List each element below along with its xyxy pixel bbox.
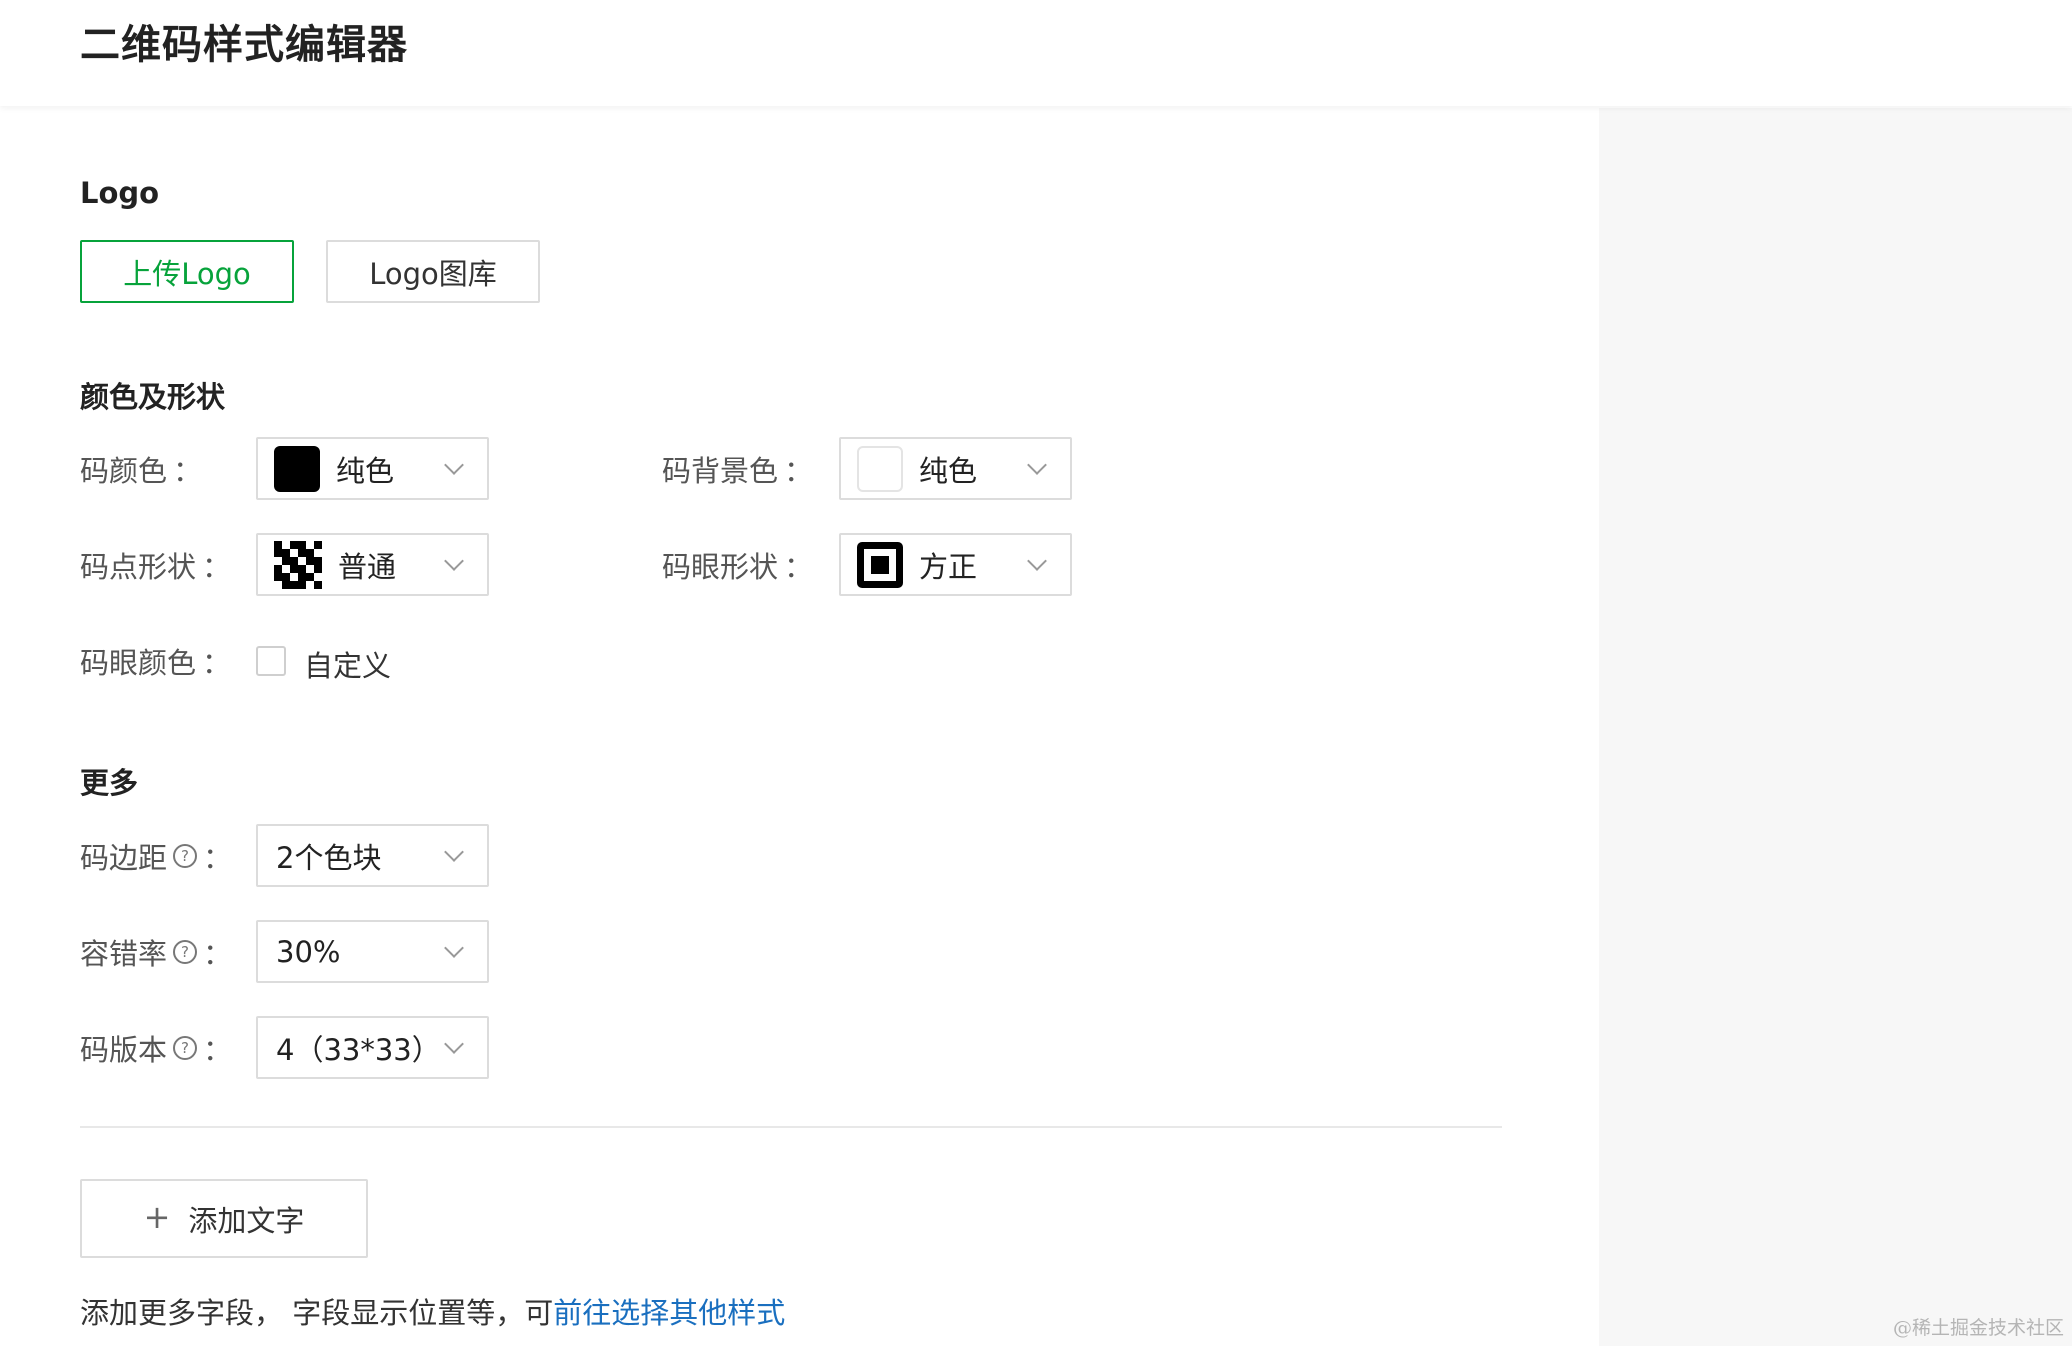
eye-color-custom-checkbox[interactable] — [256, 646, 286, 676]
colon: ： — [784, 549, 814, 584]
chevron-down-icon — [1027, 550, 1047, 571]
dot-shape-label-text: 码点形状 — [80, 549, 197, 584]
code-color-value: 纯色 — [336, 453, 395, 488]
logo-section-title: Logo — [80, 176, 160, 210]
eye-color-label-text: 码眼颜色 — [80, 645, 197, 680]
version-value: 4（33*33） — [276, 1032, 441, 1067]
colon: ： — [203, 1032, 233, 1067]
footer-note-text: 添加更多字段， 字段显示位置等，可 — [80, 1296, 554, 1330]
margin-label: 码边距 ? ： — [80, 824, 232, 887]
logo-gallery-button[interactable]: Logo图库 — [326, 240, 540, 303]
add-text-button[interactable]: + 添加文字 — [80, 1179, 368, 1258]
eye-shape-label: 码眼形状 ： — [662, 533, 813, 596]
eye-color-custom-label[interactable]: 自定义 — [304, 643, 391, 685]
chevron-down-icon — [1027, 454, 1047, 475]
section-divider — [80, 1126, 1502, 1128]
error-rate-select[interactable]: 30% — [256, 920, 489, 983]
page-title: 二维码样式编辑器 — [80, 22, 408, 68]
square-eye-icon — [857, 541, 903, 588]
code-color-label: 码颜色 ： — [80, 437, 202, 500]
chevron-down-icon — [444, 937, 464, 958]
error-rate-label-text: 容错率 — [80, 936, 168, 971]
chevron-down-icon — [444, 1033, 464, 1054]
error-rate-value: 30% — [276, 934, 341, 969]
help-icon[interactable]: ? — [173, 843, 198, 868]
version-select[interactable]: 4（33*33） — [256, 1016, 489, 1079]
help-icon[interactable]: ? — [173, 939, 198, 964]
version-label: 码版本 ? ： — [80, 1016, 232, 1079]
code-color-select[interactable]: 纯色 — [256, 437, 489, 500]
footer-note: 添加更多字段， 字段显示位置等，可前往选择其他样式 — [80, 1290, 785, 1332]
other-styles-link[interactable]: 前往选择其他样式 — [553, 1296, 785, 1330]
dot-shape-label: 码点形状 ： — [80, 533, 231, 596]
bg-color-select[interactable]: 纯色 — [839, 437, 1072, 500]
black-swatch-icon — [274, 445, 320, 492]
eye-color-label: 码眼颜色 ： — [80, 629, 231, 692]
colon: ： — [203, 840, 233, 875]
error-rate-label: 容错率 ? ： — [80, 920, 232, 983]
bg-color-label: 码背景色 ： — [662, 437, 813, 500]
margin-select[interactable]: 2个色块 — [256, 824, 489, 887]
color-shape-section-title: 颜色及形状 — [80, 380, 226, 414]
add-text-label: 添加文字 — [188, 1203, 305, 1238]
chevron-down-icon — [444, 841, 464, 862]
margin-value: 2个色块 — [276, 840, 382, 875]
upload-logo-button[interactable]: 上传Logo — [80, 240, 294, 303]
dots-pattern-icon — [274, 540, 322, 589]
watermark: @稀土掘金技术社区 — [1892, 1317, 2064, 1339]
colon: ： — [202, 645, 232, 680]
margin-label-text: 码边距 — [80, 840, 168, 875]
eye-shape-select[interactable]: 方正 — [839, 533, 1072, 596]
more-section-title: 更多 — [80, 766, 139, 800]
code-color-label-text: 码颜色 — [80, 453, 168, 488]
plus-icon: + — [143, 1197, 171, 1236]
version-label-text: 码版本 — [80, 1032, 168, 1067]
white-swatch-icon — [857, 445, 903, 492]
dot-shape-value: 普通 — [338, 549, 397, 584]
eye-shape-label-text: 码眼形状 — [662, 549, 779, 584]
colon: ： — [784, 453, 814, 488]
help-icon[interactable]: ? — [173, 1035, 198, 1060]
chevron-down-icon — [444, 550, 464, 571]
colon: ： — [203, 936, 233, 971]
preview-panel — [1599, 108, 2072, 1346]
editor-main: Logo 上传Logo Logo图库 颜色及形状 码颜色 ： 纯色 码背景色 ：… — [0, 108, 1599, 1346]
colon: ： — [173, 453, 203, 488]
bg-color-label-text: 码背景色 — [662, 453, 779, 488]
colon: ： — [202, 549, 232, 584]
header: 二维码样式编辑器 — [0, 0, 2072, 106]
chevron-down-icon — [444, 454, 464, 475]
bg-color-value: 纯色 — [919, 453, 978, 488]
dot-shape-select[interactable]: 普通 — [256, 533, 489, 596]
eye-shape-value: 方正 — [919, 549, 978, 584]
